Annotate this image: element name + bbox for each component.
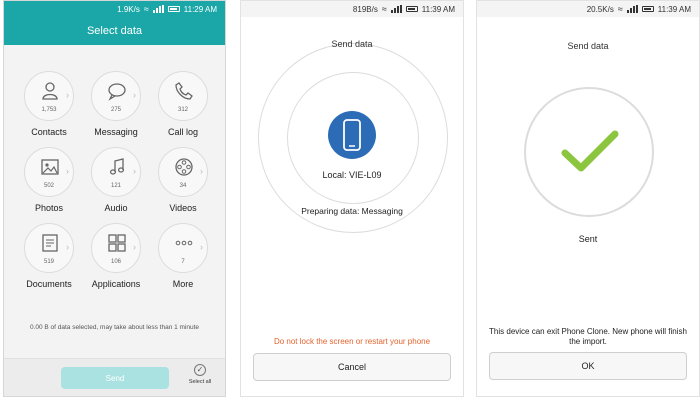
wifi-icon: ≈ xyxy=(143,4,149,14)
network-speed: 819B/s xyxy=(352,4,378,14)
select-all-label: Select all xyxy=(188,379,212,385)
item-count: 275 xyxy=(110,107,121,113)
document-icon xyxy=(42,234,58,252)
chevron-right-icon: › xyxy=(66,90,69,100)
item-count: 312 xyxy=(177,107,188,113)
wifi-icon: ≈ xyxy=(617,4,623,14)
battery-icon xyxy=(641,6,654,12)
item-label: Documents xyxy=(26,279,72,289)
chevron-right-icon: › xyxy=(200,242,203,252)
battery-icon xyxy=(405,6,418,12)
page-title: Send data xyxy=(567,41,609,51)
sent-screen: 20.5K/s ≈ 11:39 AM Send data Sent This d… xyxy=(476,0,700,397)
item-count: 34 xyxy=(179,183,187,189)
data-item-contacts[interactable]: › 1,753 Contacts xyxy=(19,71,79,137)
checkmark-icon xyxy=(561,130,619,172)
phone-icon xyxy=(175,82,193,100)
apps-icon xyxy=(108,234,126,252)
local-device-label: Local: VIE-L09 xyxy=(322,170,382,180)
wifi-icon: ≈ xyxy=(381,4,387,14)
contact-icon xyxy=(42,82,58,100)
more-icon xyxy=(175,240,193,246)
item-label: Photos xyxy=(34,203,64,213)
data-item-more[interactable]: › 7 More xyxy=(153,223,213,289)
item-count: 1,753 xyxy=(41,107,57,113)
sending-screen: 819B/s ≈ 11:39 AM Send data Local: VIE-L… xyxy=(240,0,464,397)
data-item-audio[interactable]: › 121 Audio xyxy=(86,147,146,213)
exit-message: This device can exit Phone Clone. New ph… xyxy=(489,327,687,346)
chevron-right-icon: › xyxy=(200,166,203,176)
preparing-status: Preparing data: Messaging xyxy=(301,206,403,216)
page-title: Select data xyxy=(4,17,225,45)
item-label: Applications xyxy=(91,279,141,289)
photo-icon xyxy=(41,159,59,175)
item-label: More xyxy=(172,279,194,289)
completion-circle xyxy=(524,87,654,217)
item-count: 7 xyxy=(181,259,185,265)
item-count: 502 xyxy=(43,183,54,189)
chevron-right-icon: › xyxy=(66,166,69,176)
cancel-button[interactable]: Cancel xyxy=(253,353,451,381)
ok-button[interactable]: OK xyxy=(489,352,687,380)
item-label: Messaging xyxy=(94,127,138,137)
film-icon xyxy=(175,158,193,176)
clock: 11:39 AM xyxy=(421,4,455,14)
bottom-action-bar: Send ✓ Select all xyxy=(4,358,225,396)
data-item-applications[interactable]: › 106 Applications xyxy=(86,223,146,289)
signal-icon xyxy=(152,5,164,13)
warning-message: Do not lock the screen or restart your p… xyxy=(273,337,431,346)
item-label: Videos xyxy=(169,203,197,213)
item-count: 121 xyxy=(110,183,121,189)
data-item-call-log[interactable]: 312 Call log xyxy=(153,71,213,137)
network-speed: 1.9K/s xyxy=(117,4,140,14)
select-data-screen: 1.9K/s ≈ 11:29 AM Select data › 1,753 Co… xyxy=(3,0,226,397)
status-bar: 1.9K/s ≈ 11:29 AM xyxy=(4,1,225,17)
music-icon xyxy=(109,158,125,175)
clock: 11:39 AM xyxy=(657,4,691,14)
signal-icon xyxy=(390,5,402,13)
battery-icon xyxy=(167,6,180,12)
clock: 11:29 AM xyxy=(183,4,217,14)
data-item-videos[interactable]: › 34 Videos xyxy=(153,147,213,213)
smartphone-icon xyxy=(343,119,361,151)
send-button[interactable]: Send xyxy=(61,367,169,389)
status-bar: 20.5K/s ≈ 11:39 AM xyxy=(477,1,699,17)
signal-icon xyxy=(626,5,638,13)
phone-badge xyxy=(328,111,376,159)
chevron-right-icon: › xyxy=(133,166,136,176)
chevron-right-icon: › xyxy=(66,242,69,252)
network-speed: 20.5K/s xyxy=(586,4,614,14)
page-title: Send data xyxy=(331,39,373,49)
item-count: 519 xyxy=(43,259,54,265)
status-bar: 819B/s ≈ 11:39 AM xyxy=(241,1,463,17)
data-item-documents[interactable]: › 519 Documents xyxy=(19,223,79,289)
data-item-photos[interactable]: › 502 Photos xyxy=(19,147,79,213)
chevron-right-icon: › xyxy=(133,90,136,100)
selection-info: 0.00 B of data selected, may take about … xyxy=(29,324,200,331)
select-all-button[interactable]: ✓ Select all xyxy=(185,364,215,385)
checkmark-circle-icon: ✓ xyxy=(194,364,206,376)
item-count: 106 xyxy=(110,259,121,265)
item-label: Audio xyxy=(104,203,128,213)
chevron-right-icon: › xyxy=(133,242,136,252)
data-item-messaging[interactable]: › 275 Messaging xyxy=(86,71,146,137)
item-label: Call log xyxy=(167,127,198,137)
item-label: Contacts xyxy=(31,127,67,137)
message-icon xyxy=(108,83,126,101)
sent-status: Sent xyxy=(578,234,598,244)
